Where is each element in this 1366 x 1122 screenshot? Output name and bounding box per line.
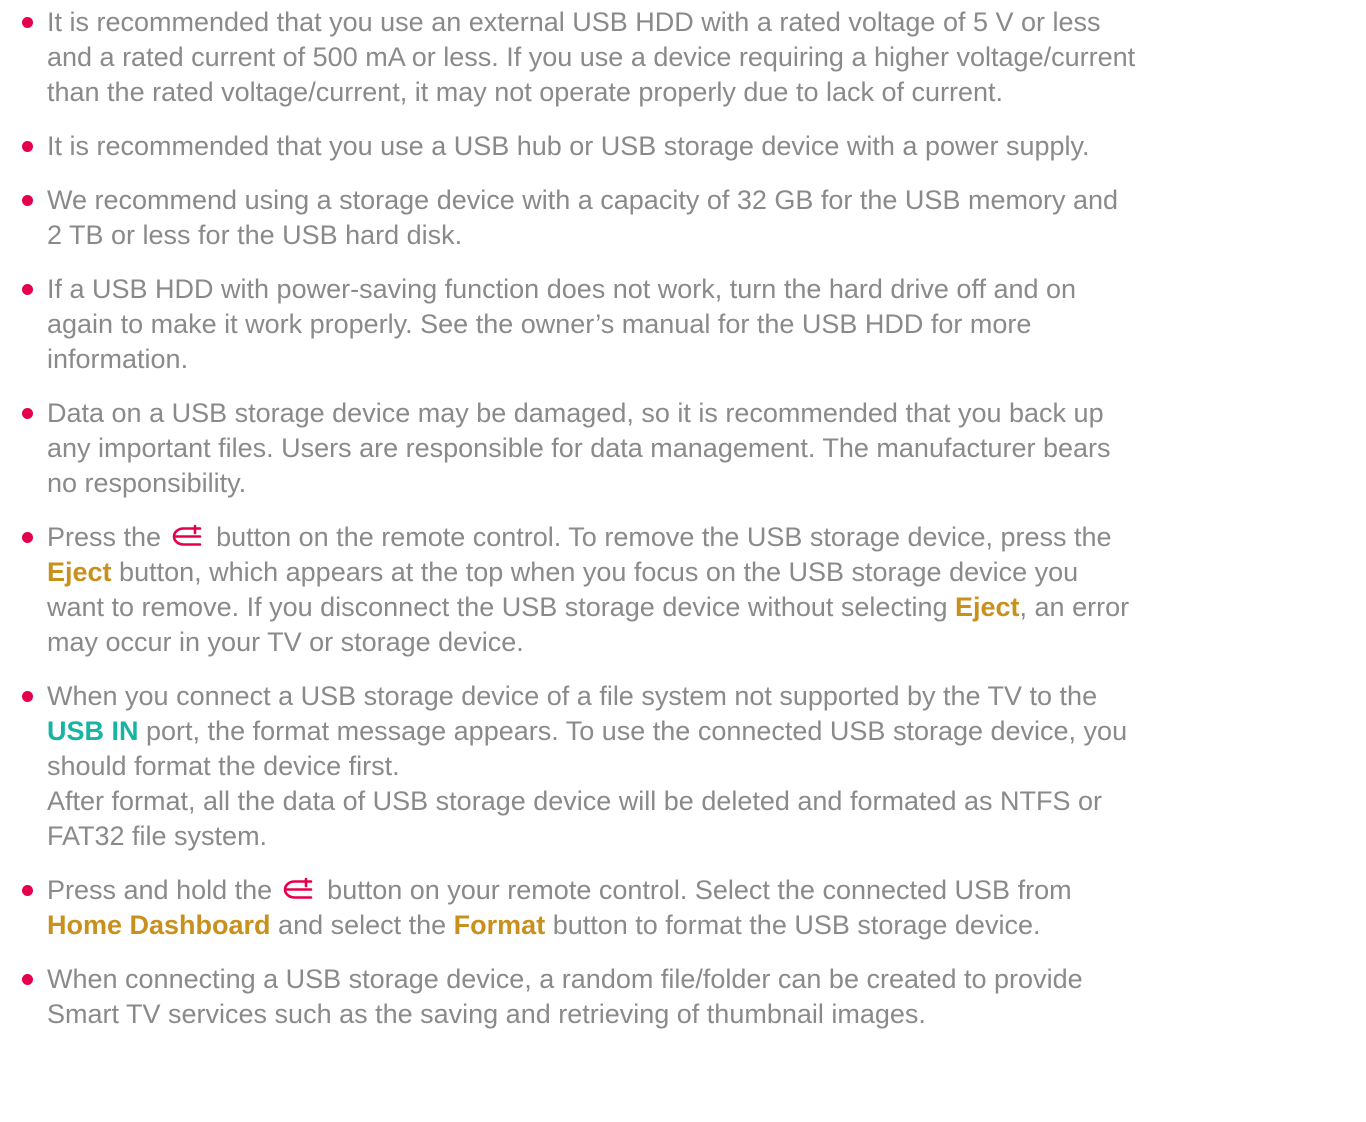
- text-fragment: button, which appears at the top when yo…: [111, 557, 1079, 587]
- text-fragment: , an error: [1019, 592, 1130, 622]
- eject-keyword: Eject: [47, 557, 112, 587]
- text-line: If a USB HDD with power-saving function …: [47, 274, 1077, 304]
- text-line: FAT32 file system.: [47, 821, 268, 851]
- text-fragment: port, the format message appears. To use…: [138, 716, 1128, 746]
- text-line: information.: [47, 344, 189, 374]
- text-line: should format the device first.: [47, 751, 400, 781]
- text-line: any important files. Users are responsib…: [47, 433, 1111, 463]
- text-line: After format, all the data of USB storag…: [47, 786, 1103, 816]
- bullet-dot: [22, 17, 33, 28]
- text-line: no responsibility.: [47, 468, 247, 498]
- bullet-dot: [22, 885, 33, 896]
- bullet-dot: [22, 974, 33, 985]
- list-item: Press and hold the button on your remote…: [0, 873, 1366, 943]
- usb-notes-list: It is recommended that you use an extern…: [0, 5, 1366, 1051]
- bullet-dot: [22, 141, 33, 152]
- text-fragment: Press and hold the: [47, 875, 273, 905]
- text-line: When you connect a USB storage device of…: [47, 681, 1098, 711]
- text-line: want to remove. If you disconnect the US…: [47, 590, 1358, 625]
- text-fragment: button on the remote control. To remove …: [208, 522, 1112, 552]
- text-fragment: and select the: [270, 910, 454, 940]
- text-line: may occur in your TV or storage device.: [47, 627, 524, 657]
- format-keyword: Format: [453, 910, 546, 940]
- text-line: USB IN port, the format message appears.…: [47, 714, 1358, 749]
- list-item: It is recommended that you use an extern…: [0, 5, 1366, 110]
- eject-keyword: Eject: [954, 592, 1020, 622]
- home-button-icon: [169, 523, 205, 549]
- text-line: It is recommended that you use an extern…: [47, 7, 1101, 37]
- text-fragment: button to format the USB storage device.: [545, 910, 1041, 940]
- text-line: Eject button, which appears at the top w…: [47, 555, 1358, 590]
- text-line: It is recommended that you use a USB hub…: [47, 131, 1090, 161]
- text-line: Smart TV services such as the saving and…: [47, 999, 926, 1029]
- bullet-dot: [22, 691, 33, 702]
- text-line: Press the button on the remote control. …: [47, 520, 1358, 555]
- bullet-dot: [22, 195, 33, 206]
- list-item: Data on a USB storage device may be dama…: [0, 396, 1366, 501]
- text-fragment: want to remove. If you disconnect the US…: [47, 592, 955, 622]
- bullet-dot: [22, 284, 33, 295]
- home-dashboard-keyword: Home Dashboard: [47, 910, 271, 940]
- list-item: It is recommended that you use a USB hub…: [0, 129, 1366, 164]
- bullet-dot: [22, 532, 33, 543]
- list-item: When you connect a USB storage device of…: [0, 679, 1366, 854]
- text-fragment: Press the: [47, 522, 162, 552]
- text-fragment: button on your remote control. Select th…: [319, 875, 1072, 905]
- text-line: We recommend using a storage device with…: [47, 185, 1119, 215]
- text-line: than the rated voltage/current, it may n…: [47, 77, 1004, 107]
- list-item: We recommend using a storage device with…: [0, 183, 1366, 253]
- list-item: Press the button on the remote control. …: [0, 520, 1366, 660]
- text-line: 2 TB or less for the USB hard disk.: [47, 220, 463, 250]
- text-line: Home Dashboard and select the Format but…: [47, 908, 1358, 943]
- list-item: When connecting a USB storage device, a …: [0, 962, 1366, 1032]
- text-line: and a rated current of 500 mA or less. I…: [47, 42, 1136, 72]
- list-item: If a USB HDD with power-saving function …: [0, 272, 1366, 377]
- text-line: Data on a USB storage device may be dama…: [47, 398, 1104, 428]
- text-line: again to make it work properly. See the …: [47, 309, 1032, 339]
- home-button-icon: [280, 876, 316, 902]
- usb-in-port-keyword: USB IN: [47, 716, 139, 746]
- text-line: Press and hold the button on your remote…: [47, 873, 1358, 908]
- text-line: When connecting a USB storage device, a …: [47, 964, 1083, 994]
- bullet-dot: [22, 408, 33, 419]
